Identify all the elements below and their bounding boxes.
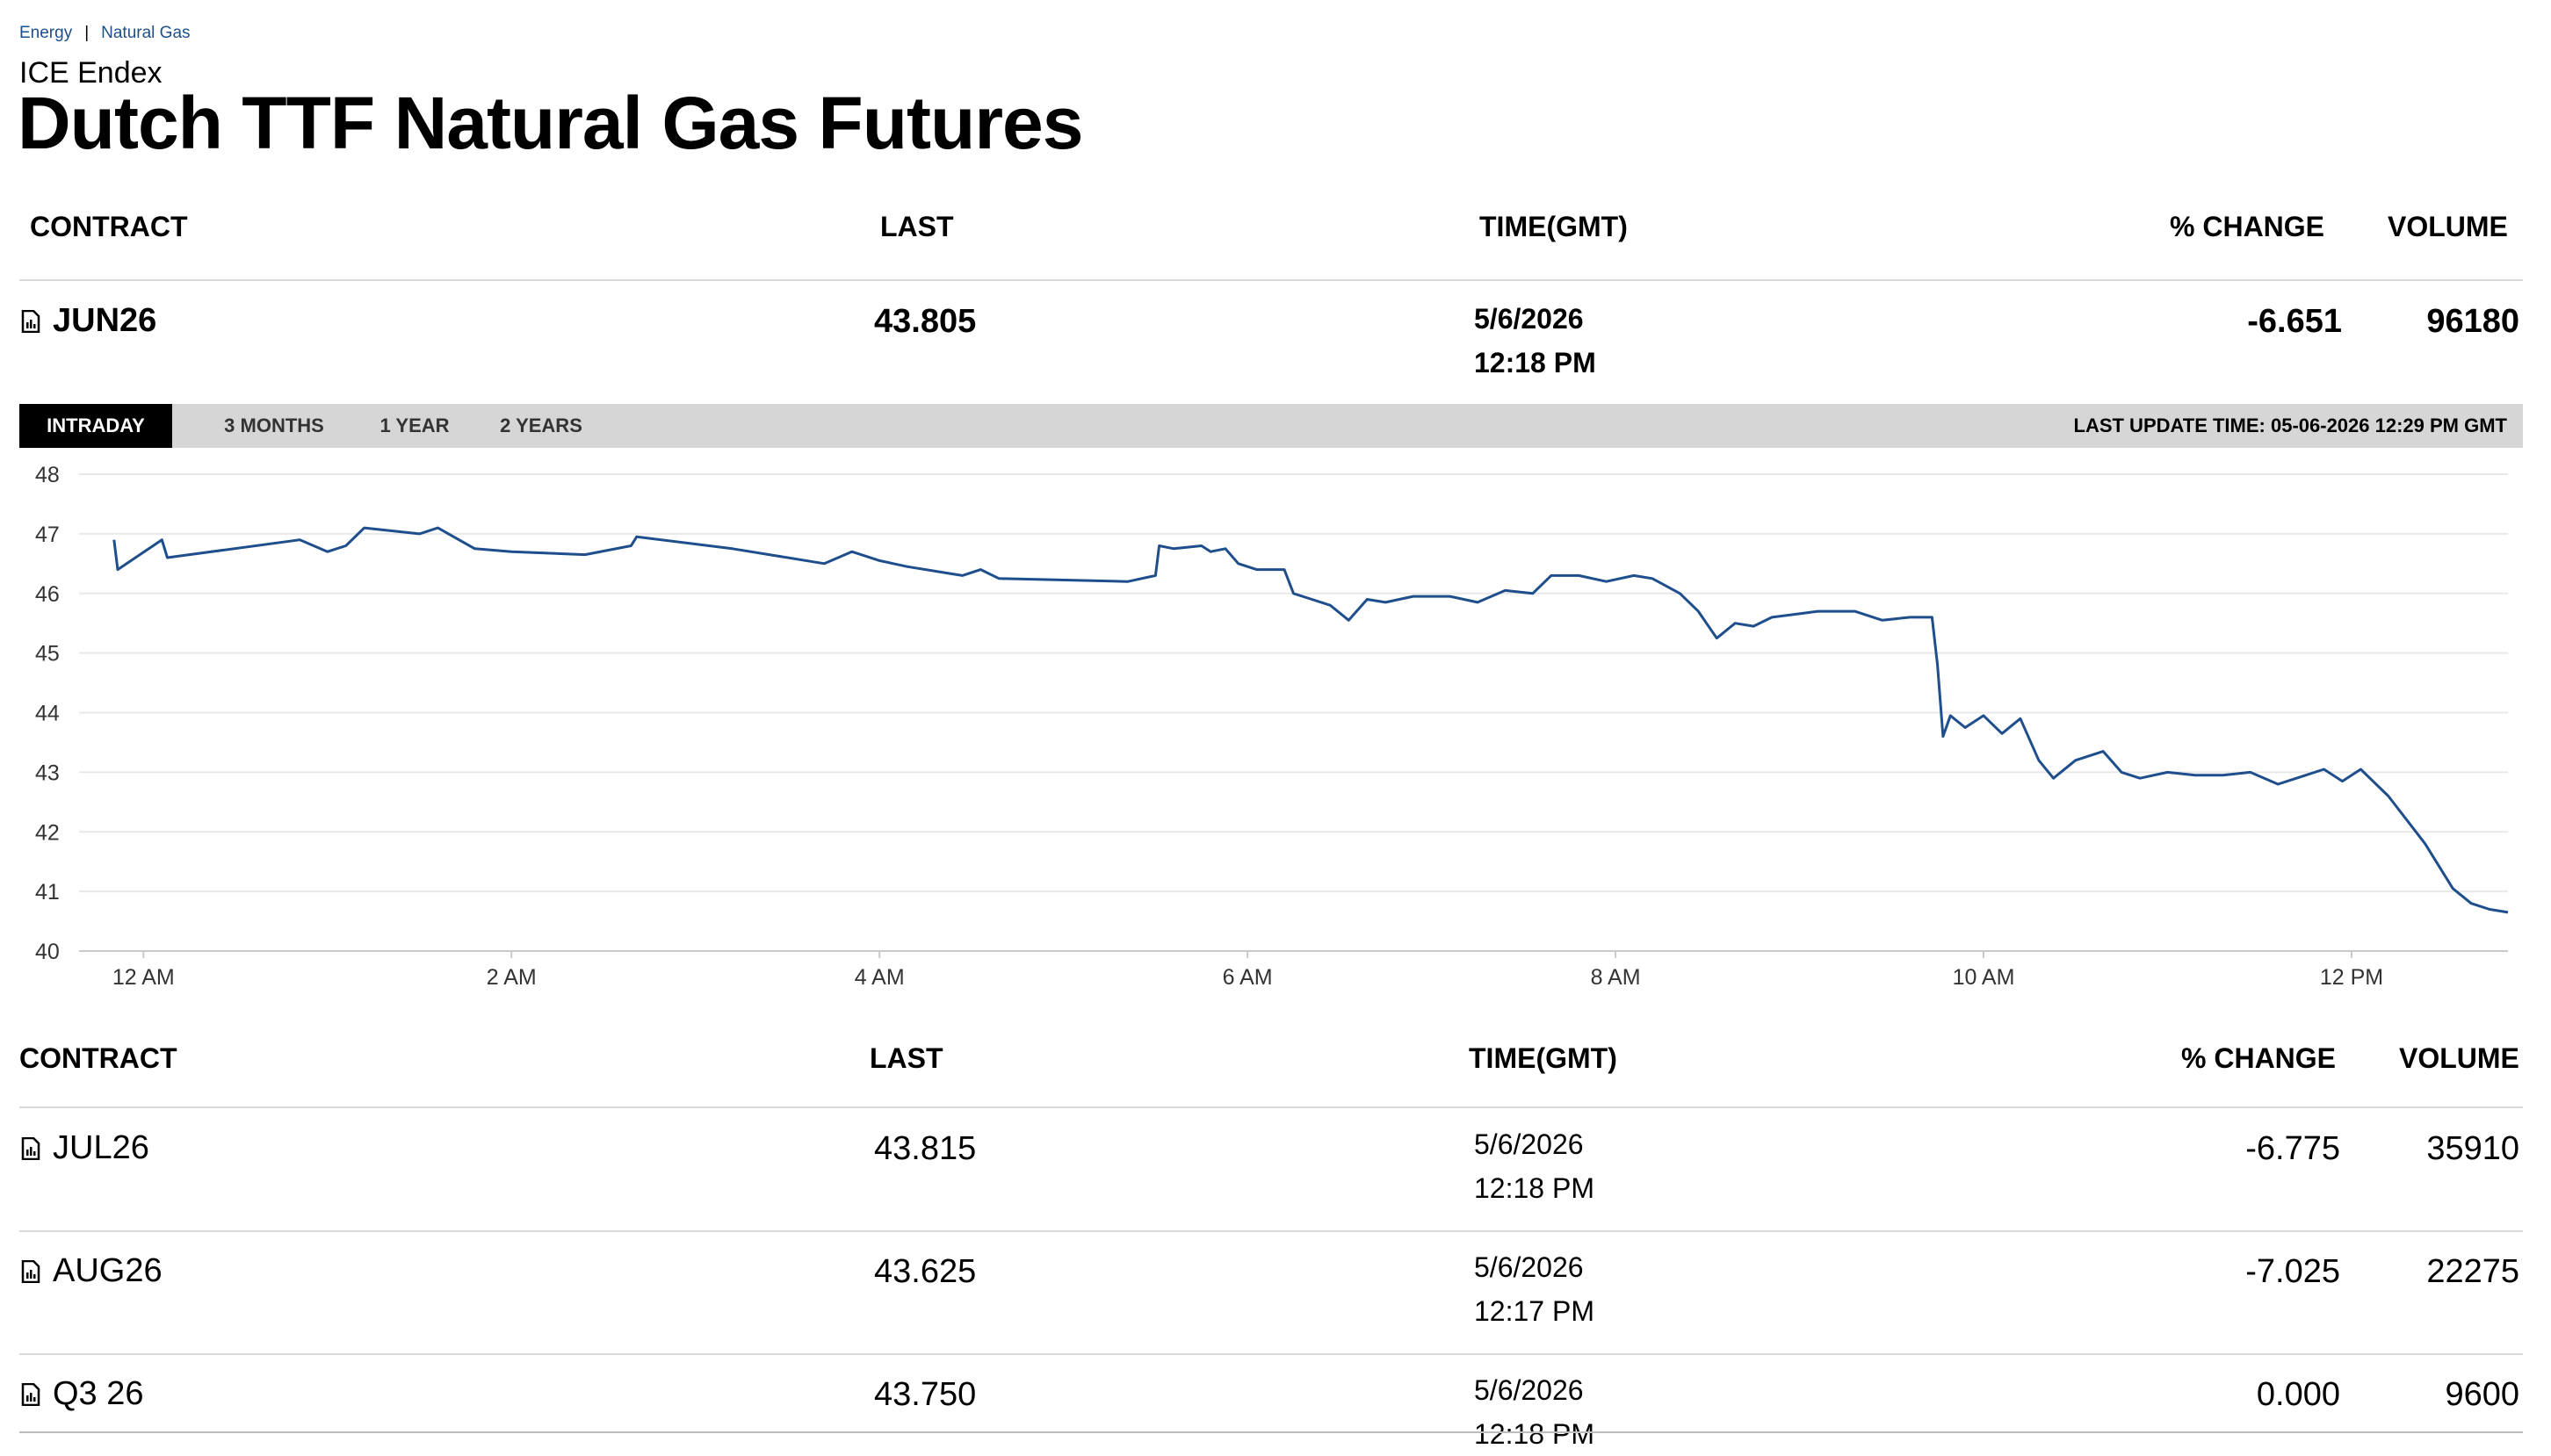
- front-contract-volume: 96180: [2426, 303, 2519, 340]
- tab-1-year[interactable]: 1 YEAR: [362, 404, 467, 448]
- tab-3-months[interactable]: 3 MONTHS: [193, 404, 355, 448]
- y-tick-label: 40: [35, 940, 60, 964]
- y-tick-label: 48: [35, 463, 60, 487]
- column-header-last: LAST: [880, 211, 954, 242]
- x-tick-label: 12 AM: [112, 965, 175, 990]
- contract-last: 43.815: [874, 1130, 977, 1167]
- x-tick-label: 4 AM: [855, 965, 905, 990]
- intraday-price-chart: 48 47 46 45 44 43 42 41 40 12 AM 2 AM 4 AM 6 AM 8 AM 1…: [35, 463, 2509, 990]
- contract-volume: 22275: [2426, 1253, 2519, 1290]
- front-contract-change: -6.651: [2247, 303, 2342, 340]
- column-header-volume-lower: VOLUME: [2399, 1042, 2519, 1074]
- column-header-change-lower: % CHANGE: [2181, 1042, 2337, 1074]
- contract-last: 43.625: [874, 1253, 977, 1290]
- contract-time: 5/6/2026 12:18 PM: [1474, 1122, 1594, 1210]
- contract-time: 5/6/2026 12:18 PM: [1474, 1368, 1594, 1456]
- y-tick-label: 46: [35, 582, 60, 607]
- column-header-change: % CHANGE: [2170, 211, 2325, 242]
- chart-document-icon[interactable]: [21, 1382, 40, 1406]
- front-contract-name: JUN26: [53, 302, 157, 339]
- y-tick-label: 43: [35, 760, 60, 785]
- y-tick-label: 47: [35, 523, 60, 547]
- contract-clock: 12:17 PM: [1474, 1295, 1594, 1327]
- x-tick-label: 8 AM: [1591, 965, 1641, 990]
- column-header-contract-lower: CONTRACT: [19, 1042, 177, 1074]
- contract-name: Q3 26: [53, 1375, 144, 1412]
- column-header-contract: CONTRACT: [30, 211, 188, 242]
- front-contract-time: 5/6/2026 12:18 PM: [1474, 297, 1596, 385]
- breadcrumb-separator: |: [84, 24, 90, 42]
- contract-last: 43.750: [874, 1376, 977, 1413]
- contract-name: JUL26: [53, 1129, 149, 1166]
- contract-cell[interactable]: AUG26: [21, 1252, 163, 1290]
- contract-date: 5/6/2026: [1474, 1128, 1584, 1160]
- column-header-volume: VOLUME: [2388, 211, 2508, 242]
- page-bottom-divider: [19, 1431, 2523, 1433]
- contract-cell[interactable]: Q3 26: [21, 1375, 144, 1413]
- x-tick-label: 6 AM: [1223, 965, 1273, 990]
- front-contract-last: 43.805: [874, 303, 977, 340]
- y-tick-label: 45: [35, 642, 60, 667]
- contract-clock: 12:18 PM: [1474, 1172, 1594, 1204]
- column-header-time-lower: TIME(GMT): [1469, 1042, 1617, 1074]
- y-tick-label: 41: [35, 880, 60, 905]
- last-update-time: LAST UPDATE TIME: 05-06-2026 12:29 PM GM…: [2073, 414, 2508, 436]
- page-title: Dutch TTF Natural Gas Futures: [18, 82, 1083, 164]
- contract-volume: 9600: [2445, 1376, 2519, 1413]
- contract-date: 5/6/2026: [1474, 1251, 1584, 1283]
- chart-document-icon[interactable]: [21, 309, 40, 333]
- row-divider: [19, 1230, 2523, 1232]
- front-contract-date: 5/6/2026: [1474, 303, 1584, 335]
- front-contract-cell[interactable]: JUN26: [21, 302, 156, 340]
- tab-2-years[interactable]: 2 YEARS: [480, 404, 603, 448]
- contract-change: -6.775: [2245, 1130, 2340, 1167]
- column-header-time: TIME(GMT): [1479, 211, 1628, 242]
- price-series-line: [112, 526, 2509, 914]
- contract-name: AUG26: [53, 1252, 163, 1289]
- contract-change: -7.025: [2245, 1253, 2340, 1290]
- x-tick-label: 12 PM: [2320, 965, 2383, 990]
- front-contract-clock: 12:18 PM: [1474, 347, 1596, 378]
- y-tick-label: 42: [35, 820, 60, 845]
- breadcrumb-link-energy[interactable]: Energy: [19, 24, 72, 43]
- y-tick-label: 44: [35, 702, 60, 726]
- contract-cell[interactable]: JUL26: [21, 1129, 149, 1167]
- lower-header-divider: [19, 1106, 2523, 1108]
- breadcrumb-link-natural-gas[interactable]: Natural Gas: [101, 24, 190, 43]
- contract-time: 5/6/2026 12:17 PM: [1474, 1245, 1594, 1333]
- contract-clock: 12:18 PM: [1474, 1418, 1594, 1450]
- chart-document-icon[interactable]: [21, 1259, 40, 1283]
- chart-document-icon[interactable]: [21, 1136, 40, 1160]
- header-divider: [19, 279, 2523, 281]
- tab-intraday[interactable]: INTRADAY: [19, 404, 172, 448]
- contract-date: 5/6/2026: [1474, 1374, 1584, 1406]
- column-header-last-lower: LAST: [870, 1042, 943, 1074]
- contract-volume: 35910: [2426, 1130, 2519, 1167]
- row-divider: [19, 1353, 2523, 1355]
- x-tick-label: 2 AM: [487, 965, 537, 990]
- x-tick-label: 10 AM: [1953, 965, 2015, 990]
- chart-range-tabbar: INTRADAY 3 MONTHS 1 YEAR 2 YEARS LAST UP…: [19, 404, 2523, 448]
- contract-change: 0.000: [2256, 1376, 2340, 1413]
- breadcrumb: Energy | Natural Gas: [19, 24, 191, 43]
